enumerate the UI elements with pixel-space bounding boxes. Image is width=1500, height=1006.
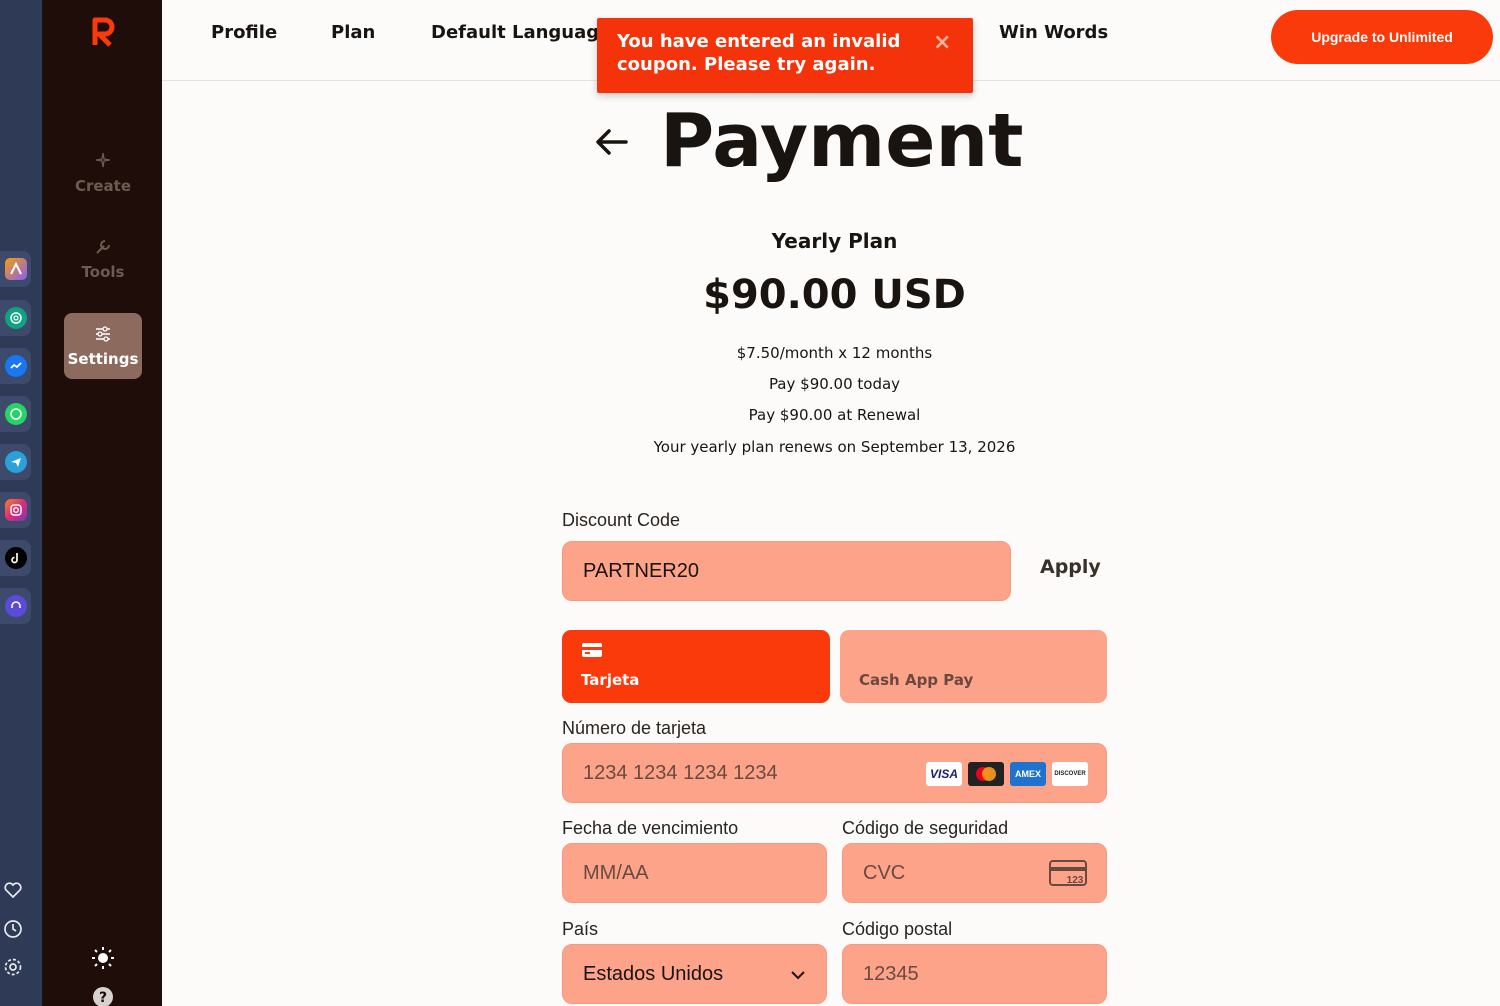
dock-app-tiktok[interactable] [0,540,31,576]
card-number-label: Número de tarjeta [562,718,707,738]
upgrade-button[interactable]: Upgrade to Unlimited [1271,10,1493,64]
nav-item-label: Tools [81,263,125,281]
payment-method-card[interactable]: Tarjeta [562,630,830,703]
close-icon[interactable]: × [933,32,951,54]
sliders-icon [96,326,110,342]
apply-button[interactable]: Apply [1040,556,1101,578]
page-title: Payment [660,98,1024,184]
tiktok-icon [4,547,27,569]
back-arrow-icon[interactable] [594,124,630,160]
tab-win-words[interactable]: Win Words [999,22,1108,43]
cvc-field[interactable]: CVC 123 [842,843,1107,903]
dock-app-a[interactable] [0,251,31,287]
nav-item-create[interactable]: Create [64,140,142,206]
nav-item-settings[interactable]: Settings [64,313,142,379]
plan-detail: Pay $90.00 at Renewal [748,406,921,424]
help-icon[interactable]: ? [90,984,116,1006]
cvc-placeholder: CVC [863,861,906,884]
card-brand-logos: VISA AMEX DISCOVER [926,762,1088,786]
tab-plan[interactable]: Plan [331,22,375,43]
toast-message: You have entered an invalid coupon. Plea… [617,31,901,75]
instagram-icon [4,499,27,521]
postal-code-field[interactable]: 12345 [842,944,1107,1004]
amex-logo: AMEX [1010,762,1046,786]
cvc-badge: 123 [1067,875,1084,886]
nav-item-label: Create [74,177,132,195]
chevron-down-icon [791,971,805,980]
sun-icon[interactable] [90,945,116,971]
plan-price: $90.00 USD [703,272,966,318]
payment-method-label: Tarjeta [581,671,640,689]
plan-name: Yearly Plan [771,229,898,253]
plan-detail: Pay $90.00 today [768,375,901,393]
card-number-field[interactable]: 1234 1234 1234 1234 VISA AMEX DISCOVER [562,743,1107,803]
dock-app-telegram[interactable] [0,444,31,480]
payment-method-cashapp[interactable]: Cash App Pay [840,630,1107,703]
error-toast: You have entered an invalid coupon. Plea… [597,18,973,93]
payment-method-label: Cash App Pay [859,671,974,689]
sparkles-icon [95,152,111,168]
svg-text:?: ? [99,990,107,1006]
tab-profile[interactable]: Profile [211,22,277,43]
country-select[interactable]: Estados Unidos [562,944,827,1004]
whatsapp-icon [4,403,27,425]
app-dock [0,0,42,1006]
wrench-icon [96,240,110,254]
plan-detail: $7.50/month x 12 months [736,344,933,362]
dock-app-instagram[interactable] [0,492,31,528]
postal-code-label: Código postal [842,919,953,939]
country-value: Estados Unidos [583,962,724,985]
card-number-placeholder: 1234 1234 1234 1234 [583,761,778,784]
chatgpt-icon [4,307,27,329]
discover-logo: DISCOVER [1052,762,1088,786]
discount-code-label: Discount Code [562,510,681,530]
cvc-card-icon: 123 [1049,860,1087,886]
main-sidebar: Create Tools Settings ? [42,0,162,1006]
credit-card-icon [582,643,602,657]
cvc-label: Código de seguridad [842,818,1009,838]
tab-default-language[interactable]: Default Language [431,22,611,43]
nav-item-tools[interactable]: Tools [64,226,142,292]
headset-icon [4,595,27,617]
messenger-icon [4,355,27,377]
dock-app-chatgpt[interactable] [0,300,31,336]
clock-icon[interactable] [0,916,26,942]
nav-item-label: Settings [67,350,139,368]
telegram-icon [4,451,27,473]
discount-code-input[interactable]: PARTNER20 [562,541,1011,601]
dock-app-headset[interactable] [0,588,31,624]
heart-icon[interactable] [0,877,26,903]
dock-app-whatsapp[interactable] [0,396,31,432]
gear-icon[interactable] [0,954,26,980]
expiry-label: Fecha de vencimiento [562,818,739,838]
app-a-icon [4,258,27,280]
dock-app-messenger[interactable] [0,348,31,384]
brand-logo[interactable] [90,16,118,48]
country-label: País [562,919,599,939]
visa-logo: VISA [926,762,962,786]
mastercard-logo [968,762,1004,786]
expiry-field[interactable]: MM/AA [562,843,827,903]
plan-detail: Your yearly plan renews on September 13,… [653,438,1016,456]
